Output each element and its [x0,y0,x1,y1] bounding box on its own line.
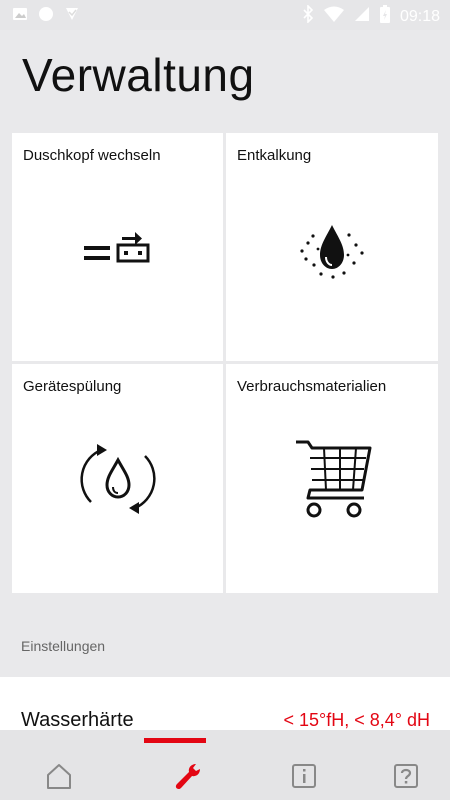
bottom-navigation [0,730,450,800]
home-icon [47,764,71,789]
help-icon [394,764,418,788]
app-check-icon [64,6,80,27]
water-hardness-value: < 15°fH, < 8,4° dH [283,710,430,730]
shopping-cart-icon [294,438,374,525]
descaling-drop-icon [296,219,368,286]
rinse-cycle-icon [79,440,157,523]
info-icon [292,764,316,788]
clock-time: 09:18 [399,7,440,25]
page-title: Verwaltung [22,49,255,101]
circle-icon [38,6,54,27]
nav-help[interactable] [365,730,445,800]
tile-consumables[interactable]: Verbrauchsmaterialien [226,364,438,593]
tile-label: Verbrauchsmaterialien [237,378,387,395]
tile-label: Entkalkung [237,147,312,164]
bluetooth-icon [302,4,314,28]
nav-administration[interactable] [147,730,227,800]
settings-section-label: Einstellungen [21,638,106,654]
status-bar: 09:18 [0,0,450,30]
nav-home[interactable] [18,730,98,800]
tile-descaling[interactable]: Entkalkung [226,133,438,361]
showerhead-swap-icon [84,229,154,274]
water-hardness-label: Wasserhärte [21,709,134,731]
tile-label: Duschkopf wechseln [23,147,161,164]
image-icon [12,6,28,27]
water-hardness-setting[interactable]: Wasserhärte < 15°fH, < 8,4° dH [0,677,450,737]
wifi-icon [323,6,344,27]
tile-showerhead-change[interactable]: Duschkopf wechseln [12,133,223,361]
wrench-icon [175,764,200,790]
nav-info[interactable] [263,730,343,800]
tile-device-rinse[interactable]: Gerätespülung [12,364,223,593]
signal-icon [354,6,370,27]
tile-label: Gerätespülung [23,378,122,395]
battery-charging-icon [379,5,390,28]
